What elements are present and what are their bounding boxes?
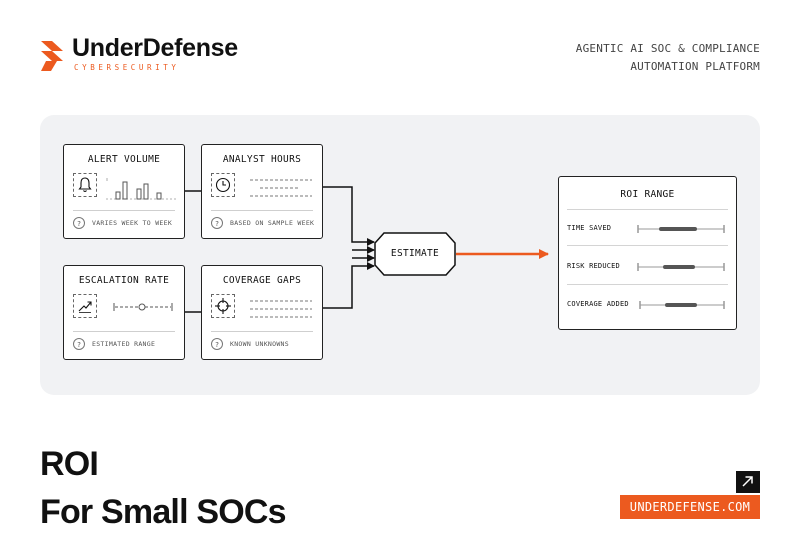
roi-row-label: COVERAGE ADDED	[567, 300, 629, 308]
range-slider-graphic	[113, 303, 173, 311]
clock-icon	[211, 173, 235, 197]
website-link[interactable]: UNDERDEFENSE.COM	[620, 495, 760, 519]
crosshair-icon	[211, 294, 235, 318]
card-note: VARIES WEEK TO WEEK	[92, 219, 173, 227]
dashed-lines-graphic	[250, 179, 312, 197]
bar-sparkline	[106, 178, 176, 200]
help-icon: ?	[211, 338, 223, 350]
estimate-node: ESTIMATE	[374, 232, 456, 276]
headline-line-2: For Small SOCs	[40, 493, 287, 531]
card-title: COVERAGE GAPS	[222, 275, 302, 286]
card-divider	[211, 331, 313, 332]
arrow-up-right-icon	[742, 476, 753, 487]
page-headline: ROI For Small SOCs	[40, 440, 287, 536]
roi-range-bar	[637, 263, 725, 271]
input-card-coverage-gaps: COVERAGE GAPS ? KNOWN UNKNOWNS	[201, 265, 323, 360]
card-note: KNOWN UNKNOWNS	[230, 340, 289, 348]
dashed-lines-graphic	[250, 300, 312, 318]
card-title: ESCALATION RATE	[78, 275, 170, 286]
card-divider	[211, 210, 313, 211]
roi-range-bar	[639, 301, 725, 309]
roi-range-card: ROI RANGE TIME SAVED RISK REDUCED COVERA…	[558, 176, 737, 330]
input-card-alert-volume: ALERT VOLUME ? VARIES WEEK TO WEEK	[63, 144, 185, 239]
roi-title: ROI RANGE	[620, 189, 675, 200]
trend-up-icon	[73, 294, 97, 318]
card-note: ESTIMATED RANGE	[92, 340, 156, 348]
estimate-label: ESTIMATE	[390, 248, 440, 259]
roi-row-label: TIME SAVED	[567, 224, 612, 232]
card-title: ALERT VOLUME	[87, 154, 161, 165]
help-icon: ?	[73, 217, 85, 229]
bell-icon	[73, 173, 97, 197]
input-card-analyst-hours: ANALYST HOURS ? BASED ON SAMPLE WEEK	[201, 144, 323, 239]
card-divider	[73, 331, 175, 332]
headline-line-1: ROI	[40, 445, 99, 483]
roi-range-bar	[637, 225, 725, 233]
roi-divider	[567, 245, 728, 246]
roi-row-label: RISK REDUCED	[567, 262, 620, 270]
card-title: ANALYST HOURS	[222, 154, 302, 165]
input-card-escalation-rate: ESCALATION RATE ? ESTIMATED RANGE	[63, 265, 185, 360]
roi-divider	[567, 209, 728, 210]
card-note: BASED ON SAMPLE WEEK	[230, 219, 315, 227]
roi-divider	[567, 284, 728, 285]
card-divider	[73, 210, 175, 211]
help-icon: ?	[73, 338, 85, 350]
help-icon: ?	[211, 217, 223, 229]
external-link-button[interactable]	[736, 471, 760, 493]
